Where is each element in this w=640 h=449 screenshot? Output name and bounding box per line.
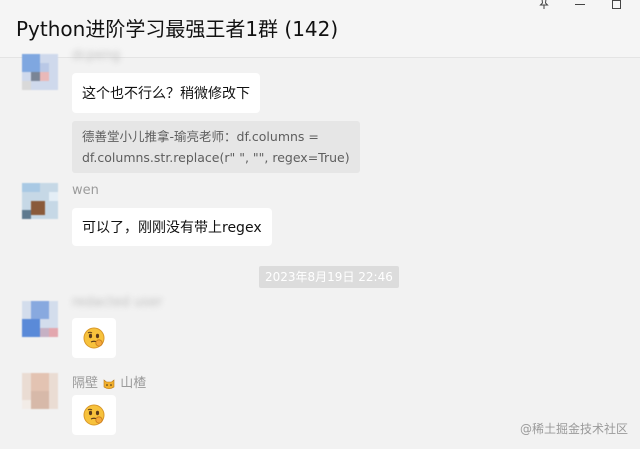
maximize-icon (611, 0, 621, 9)
sender-name: 隔壁 山楂 (72, 372, 146, 391)
timestamp-divider: 2023年8月19日 22:46 (259, 266, 399, 288)
minimize-icon (575, 3, 585, 5)
thinking-face-icon (83, 404, 105, 426)
sender-name-suffix: 山楂 (120, 376, 147, 391)
quote-line: df.columns.str.replace(r" ", "", regex=T… (82, 150, 350, 165)
avatar[interactable] (22, 54, 58, 90)
message-bubble[interactable]: 这个也不行么？稍微修改下 (72, 73, 260, 113)
watermark: @稀土掘金技术社区 (519, 422, 628, 436)
message-bubble[interactable]: 可以了，刚刚没有带上regex (72, 208, 272, 246)
sticker-bubble[interactable] (72, 318, 116, 358)
chat-title: Python进阶学习最强王者1群 (142) (16, 17, 339, 41)
avatar[interactable] (22, 183, 58, 219)
sender-name: dcpeng (72, 48, 121, 63)
sender-name: wen (72, 183, 99, 198)
message-text: 这个也不行么？稍微修改下 (82, 86, 250, 102)
sender-name-prefix: 隔壁 (72, 376, 99, 391)
message-text: 可以了，刚刚没有带上regex (82, 220, 262, 236)
quote-line: 德善堂小儿推拿-瑜亮老师：df.columns = (82, 129, 319, 144)
pin-icon[interactable] (534, 0, 554, 12)
sender-name: redacted user (72, 295, 163, 310)
sticker-bubble[interactable] (72, 395, 116, 435)
cat-emoji-icon (103, 378, 115, 389)
thinking-face-icon (83, 327, 105, 349)
minimize-button[interactable] (570, 0, 590, 12)
quoted-message[interactable]: 德善堂小儿推拿-瑜亮老师：df.columns = df.columns.str… (72, 121, 360, 173)
maximize-button[interactable] (606, 0, 626, 12)
avatar[interactable] (22, 373, 58, 409)
avatar[interactable] (22, 301, 58, 337)
